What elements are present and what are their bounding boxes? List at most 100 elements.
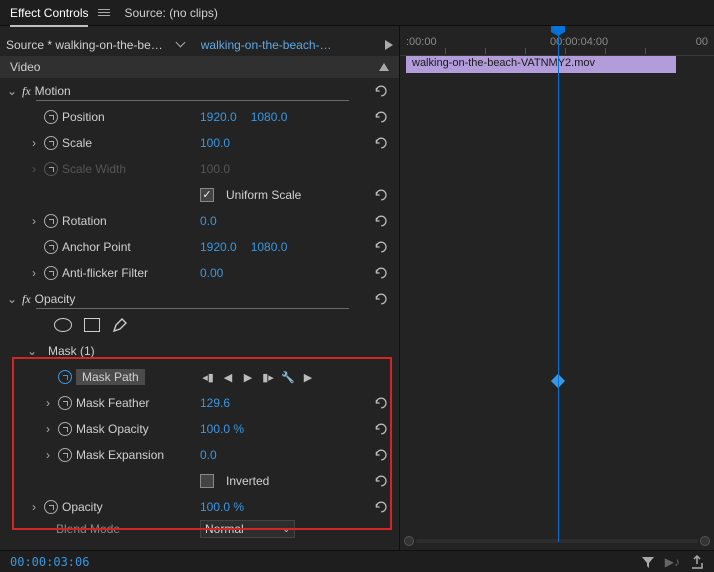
position-x-value[interactable]: 1920.0 xyxy=(200,110,237,124)
effect-opacity[interactable]: ⌄ fx Opacity xyxy=(0,286,399,312)
timeline-playhead[interactable] xyxy=(558,26,559,542)
reset-button[interactable] xyxy=(373,447,391,463)
stopwatch-icon[interactable] xyxy=(44,110,58,124)
keyframe-timeline[interactable]: :00:00 00:00:04:00 00 walking-on-the-bea… xyxy=(400,26,714,550)
chevron-right-icon[interactable]: › xyxy=(28,136,40,150)
reset-button[interactable] xyxy=(373,421,391,437)
stopwatch-icon[interactable] xyxy=(44,500,58,514)
source-breadcrumb: Source * walking-on-the-be… walking-on-t… xyxy=(0,34,399,56)
uniform-scale-checkbox[interactable] xyxy=(200,188,214,202)
export-icon[interactable] xyxy=(690,555,704,569)
properties-list: ⌄ fx Motion Position 1920.0 1080.0 xyxy=(0,78,399,538)
prop-mask-opacity: › Mask Opacity 100.0 % xyxy=(0,416,399,442)
opacity-value[interactable]: 100.0 % xyxy=(200,500,244,514)
blend-mode-label: Blend Mode xyxy=(56,522,120,536)
ruler-label-end: 00 xyxy=(696,36,708,48)
prop-scale-width: › Scale Width 100.0 xyxy=(0,156,399,182)
stopwatch-icon[interactable] xyxy=(44,240,58,254)
chevron-right-icon[interactable]: › xyxy=(42,448,54,462)
zoom-handle-right[interactable] xyxy=(700,536,710,546)
mask-expansion-value[interactable]: 0.0 xyxy=(200,448,217,462)
rotation-label: Rotation xyxy=(62,214,107,228)
scale-value[interactable]: 100.0 xyxy=(200,136,230,150)
anchor-x-value[interactable]: 1920.0 xyxy=(200,240,237,254)
reset-button[interactable] xyxy=(373,213,391,229)
scale-width-value: 100.0 xyxy=(200,162,230,176)
step-back-button[interactable]: ◀ xyxy=(220,370,236,384)
sequence-name[interactable]: walking-on-the-beach-… xyxy=(201,38,332,52)
ellipse-mask-icon[interactable] xyxy=(54,318,72,332)
go-to-sequence-icon[interactable] xyxy=(385,40,393,50)
tab-source[interactable]: Source: (no clips) xyxy=(124,6,217,20)
mask-path-label[interactable]: Mask Path xyxy=(76,369,145,385)
stopwatch-icon[interactable] xyxy=(58,396,72,410)
chevron-down-icon: ⌄ xyxy=(282,524,290,535)
prop-antiflicker: › Anti-flicker Filter 0.00 xyxy=(0,260,399,286)
anchor-label: Anchor Point xyxy=(62,240,131,254)
chevron-right-icon[interactable]: › xyxy=(42,396,54,410)
chevron-down-icon[interactable]: ⌄ xyxy=(6,84,18,98)
stopwatch-icon[interactable] xyxy=(58,448,72,462)
current-timecode[interactable]: 00:00:03:06 xyxy=(10,555,89,569)
chevron-down-icon[interactable]: ⌄ xyxy=(26,344,38,358)
track-forward-button[interactable]: ▶ xyxy=(300,370,316,384)
chevron-right-icon[interactable]: › xyxy=(28,214,40,228)
mask-feather-value[interactable]: 129.6 xyxy=(200,396,230,410)
uniform-scale-label: Uniform Scale xyxy=(226,188,301,202)
reset-button[interactable] xyxy=(373,499,391,515)
tab-effect-controls[interactable]: Effect Controls xyxy=(10,2,88,24)
scale-width-label: Scale Width xyxy=(62,162,126,176)
show-only-button[interactable]: ▶♪ xyxy=(665,555,680,569)
reset-button[interactable] xyxy=(373,473,391,489)
reset-button[interactable] xyxy=(373,291,391,307)
stopwatch-icon[interactable] xyxy=(58,370,72,384)
video-clip[interactable]: walking-on-the-beach-VATNMY2.mov xyxy=(406,56,676,73)
reset-button[interactable] xyxy=(373,395,391,411)
chevron-down-icon[interactable] xyxy=(177,40,187,50)
antiflicker-label: Anti-flicker Filter xyxy=(62,266,148,280)
play-button[interactable]: ▶ xyxy=(240,370,256,384)
prop-mask-inverted: Inverted xyxy=(0,468,399,494)
stopwatch-icon[interactable] xyxy=(58,422,72,436)
inverted-checkbox[interactable] xyxy=(200,474,214,488)
time-ruler[interactable]: :00:00 00:00:04:00 00 xyxy=(400,34,714,56)
rectangle-mask-icon[interactable] xyxy=(84,318,100,332)
reset-button[interactable] xyxy=(373,265,391,281)
video-section-header[interactable]: Video xyxy=(0,56,399,78)
reset-button[interactable] xyxy=(373,109,391,125)
blend-mode-dropdown[interactable]: Normal ⌄ xyxy=(200,520,295,538)
reset-button[interactable] xyxy=(373,135,391,151)
zoom-handle-left[interactable] xyxy=(404,536,414,546)
mask-tracking-options-icon[interactable]: 🔧 xyxy=(280,370,296,384)
chevron-right-icon[interactable]: › xyxy=(28,500,40,514)
chevron-down-icon[interactable]: ⌄ xyxy=(6,292,18,306)
chevron-right-icon[interactable]: › xyxy=(42,422,54,436)
effect-motion[interactable]: ⌄ fx Motion xyxy=(0,78,399,104)
mask-expansion-label: Mask Expansion xyxy=(76,448,164,462)
stopwatch-icon[interactable] xyxy=(44,214,58,228)
reset-button[interactable] xyxy=(373,83,391,99)
filter-icon[interactable] xyxy=(641,555,655,569)
mask-group[interactable]: ⌄ Mask (1) xyxy=(0,338,399,364)
stopwatch-icon xyxy=(44,162,58,176)
prop-rotation: › Rotation 0.0 xyxy=(0,208,399,234)
prev-keyframe-button[interactable]: ◂▮ xyxy=(200,370,216,384)
position-y-value[interactable]: 1080.0 xyxy=(251,110,288,124)
stopwatch-icon[interactable] xyxy=(44,266,58,280)
stopwatch-icon[interactable] xyxy=(44,136,58,150)
antiflicker-value[interactable]: 0.00 xyxy=(200,266,223,280)
pen-mask-icon[interactable] xyxy=(112,317,128,333)
panel-menu-icon[interactable] xyxy=(98,9,110,16)
prop-mask-expansion: › Mask Expansion 0.0 xyxy=(0,442,399,468)
next-keyframe-button[interactable]: ▮▸ xyxy=(260,370,276,384)
ruler-label-0: :00:00 xyxy=(406,36,437,48)
prop-mask-feather: › Mask Feather 129.6 xyxy=(0,390,399,416)
chevron-right-icon[interactable]: › xyxy=(28,266,40,280)
inverted-label: Inverted xyxy=(226,474,269,488)
reset-button[interactable] xyxy=(373,239,391,255)
anchor-y-value[interactable]: 1080.0 xyxy=(251,240,288,254)
rotation-value[interactable]: 0.0 xyxy=(200,214,217,228)
reset-button[interactable] xyxy=(373,187,391,203)
timeline-zoom-scrollbar[interactable] xyxy=(404,536,710,546)
mask-opacity-value[interactable]: 100.0 % xyxy=(200,422,244,436)
